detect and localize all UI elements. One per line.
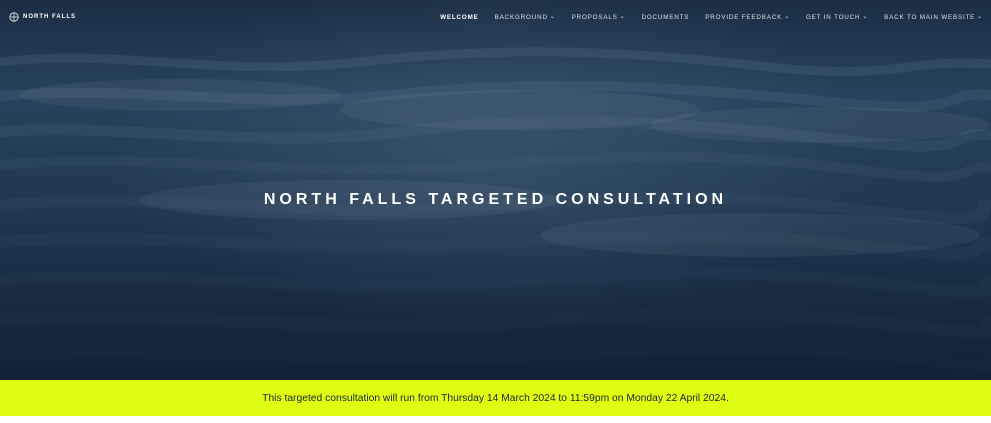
nav-item-welcome[interactable]: WELCOME — [440, 14, 478, 21]
nav-item-provide-feedback[interactable]: PROVIDE FEEDBACK ⌄ — [705, 14, 790, 21]
chevron-down-icon: ⌄ — [619, 13, 626, 20]
nav-item-label: PROVIDE FEEDBACK — [705, 13, 783, 21]
chevron-down-icon: ⌄ — [549, 13, 556, 20]
nav-item-label: PROPOSALS — [571, 13, 618, 21]
nav-item-label: BACKGROUND — [494, 13, 548, 21]
nav-item-documents[interactable]: DOCUMENTS — [642, 14, 690, 21]
compass-icon — [9, 12, 19, 22]
brand-name: NORTH FALLS — [23, 14, 76, 20]
chevron-down-icon: ⌄ — [784, 13, 790, 20]
nav-item-label: BACK TO MAIN WEBSITE — [884, 13, 976, 21]
chevron-down-icon: ⌄ — [977, 13, 983, 20]
top-navigation: NORTH FALLS WELCOME BACKGROUND ⌄ PROPOSA… — [0, 0, 991, 34]
nav-item-label: WELCOME — [440, 13, 479, 21]
banner-text: This targeted consultation will run from… — [262, 392, 729, 404]
page: NORTH FALLS WELCOME BACKGROUND ⌄ PROPOSA… — [0, 0, 991, 423]
nav-item-back-to-main-website[interactable]: BACK TO MAIN WEBSITE ⌄ — [884, 14, 983, 21]
nav-item-label: DOCUMENTS — [641, 13, 690, 21]
brand-logo-link[interactable]: NORTH FALLS — [9, 12, 76, 22]
nav-item-proposals[interactable]: PROPOSALS ⌄ — [572, 14, 626, 21]
consultation-date-banner: This targeted consultation will run from… — [0, 380, 991, 416]
hero-section: NORTH FALLS WELCOME BACKGROUND ⌄ PROPOSA… — [0, 0, 991, 380]
nav-item-label: GET IN TOUCH — [805, 13, 861, 21]
nav-item-background[interactable]: BACKGROUND ⌄ — [495, 14, 556, 21]
chevron-down-icon: ⌄ — [862, 13, 869, 20]
main-menu: WELCOME BACKGROUND ⌄ PROPOSALS ⌄ DOCUMEN… — [440, 14, 983, 21]
page-title: NORTH FALLS TARGETED CONSULTATION — [263, 190, 728, 208]
nav-item-get-in-touch[interactable]: GET IN TOUCH ⌄ — [806, 14, 868, 21]
